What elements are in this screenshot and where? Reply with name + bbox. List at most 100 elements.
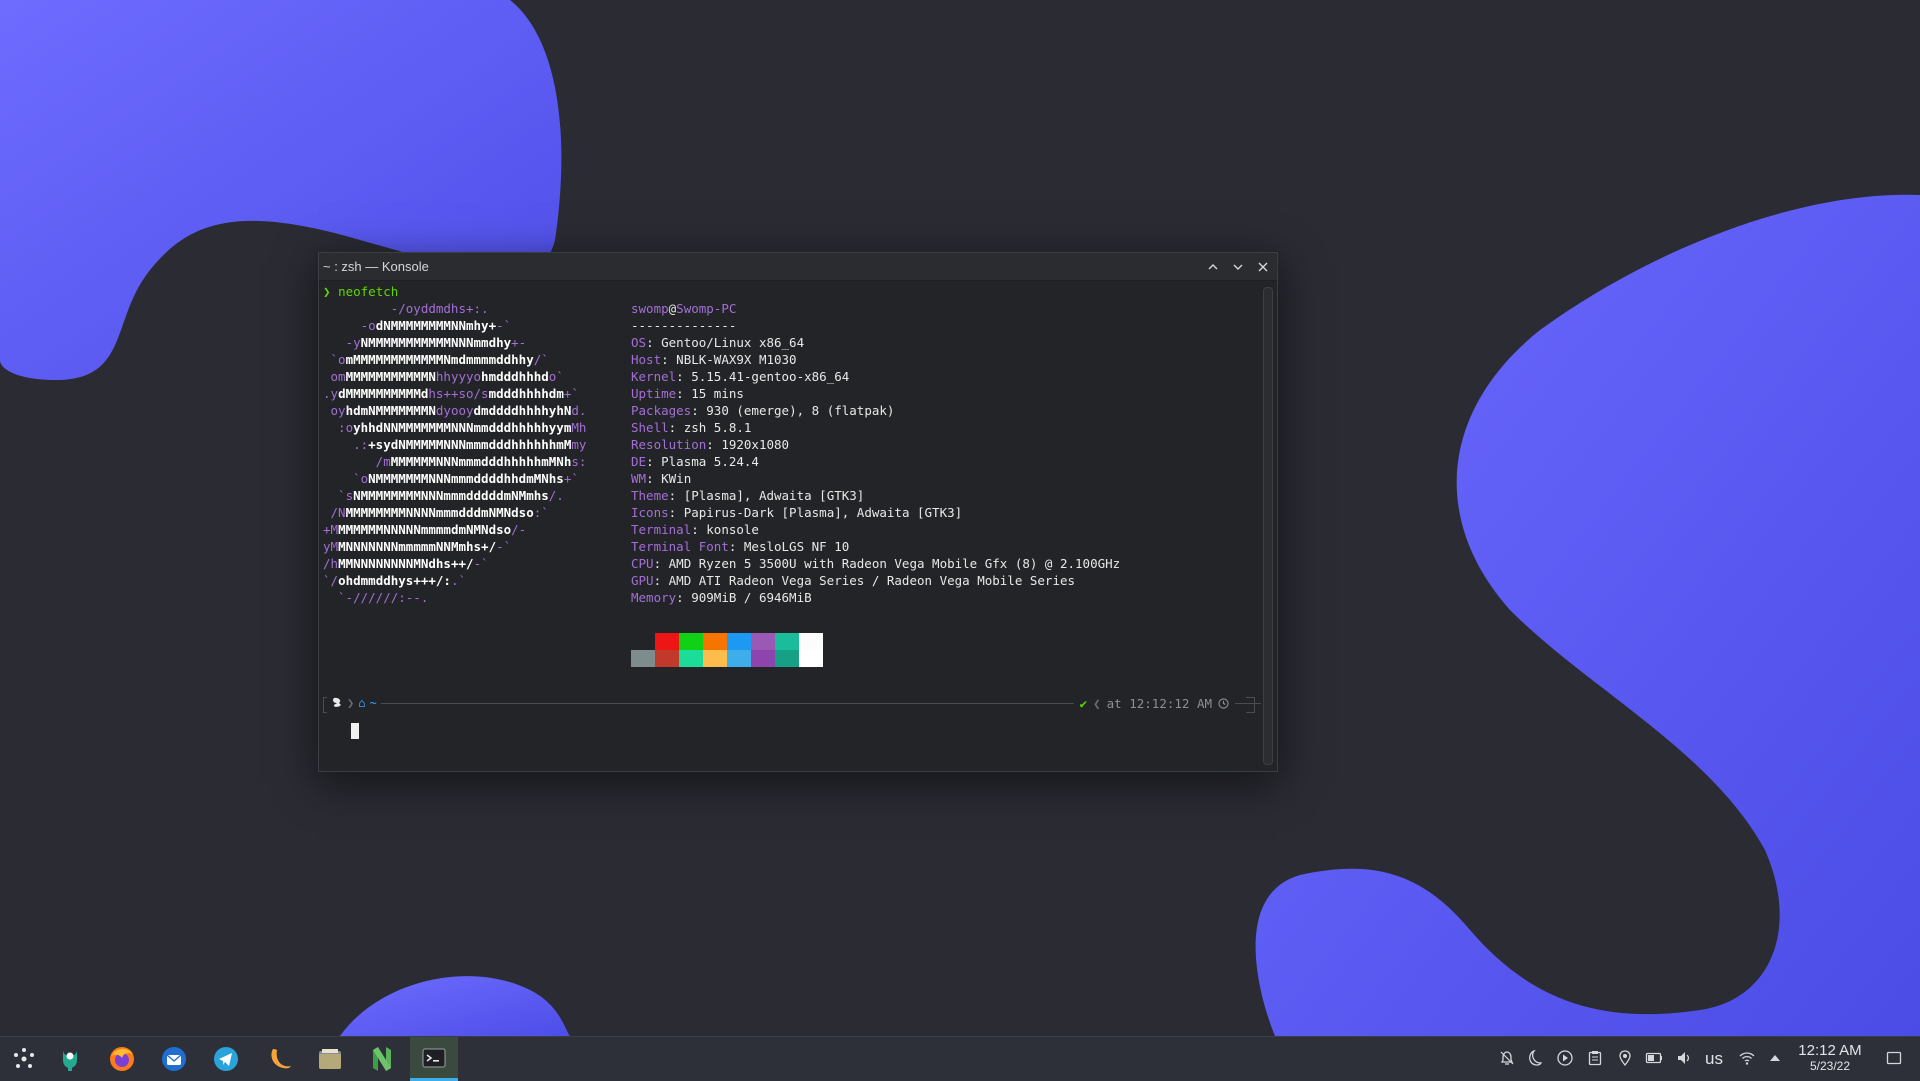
info-line: Terminal: konsole [631,522,759,537]
tray-media-player[interactable] [1554,1047,1576,1069]
prompt-char: ❯ [323,284,331,299]
tray-keyboard-layout[interactable]: us [1705,1049,1723,1069]
ascii-art-line: `sNMMMMMMMMNNNmmmdddddmNMmhs/. [323,488,564,503]
neovim-icon [373,1047,391,1071]
color-swatch [775,650,799,667]
info-line: Theme: [Plasma], Adwaita [GTK3] [631,488,865,503]
taskbar-app-files[interactable] [306,1037,354,1081]
typed-command: neofetch [338,284,399,299]
tray-night-color[interactable] [1525,1047,1547,1069]
command-line: ❯ neofetch [323,283,398,300]
play-circle-icon [1557,1050,1573,1066]
username: swomp [631,301,669,316]
color-swatch [703,633,727,650]
color-swatch [751,633,775,650]
taskbar-app-night-light[interactable] [254,1037,302,1081]
ascii-art-line: -/oyddmdhs+:. [323,301,489,316]
ascii-art-line: -yNMMMMMMMMMMMNNNmmdhy+- [323,335,527,350]
speaker-icon [1678,1052,1690,1064]
home-icon: ⌂ [358,696,366,710]
info-line: GPU: AMD ATI Radeon Vega Series / Radeon… [631,573,1076,588]
bell-off-icon [1500,1051,1514,1065]
tray-battery[interactable] [1643,1047,1665,1069]
ascii-art-line: oyhdmNMMMMMMMNdyooydmddddhhhhyhNd. [323,403,587,418]
terminal-scrollbar[interactable] [1263,287,1273,765]
color-swatch [679,650,703,667]
ascii-art-line: `/ohdmmddhys+++/:.` [323,573,467,588]
color-palette [631,633,823,667]
crescent-icon [271,1049,291,1069]
show-desktop-icon [1886,1051,1902,1065]
ascii-art-line: /hMMNNNNNNNNMNdhs++/-` [323,556,489,571]
palette-row-top [631,633,823,650]
clock-date: 5/23/22 [1809,1059,1851,1073]
ascii-art-line: .ydMMMMMMMMMMdhs++so/smdddhhhhdm+` [323,386,579,401]
taskbar-app-thunderbird[interactable] [150,1037,198,1081]
chevron-down-icon [1233,264,1242,270]
ascii-art-line: omMMMMMMMMMMMNhhyyyohmdddhhhdo` [323,369,564,384]
terminal-icon [422,1048,446,1067]
color-swatch [799,633,823,650]
application-launcher[interactable] [0,1037,48,1081]
ascii-art-line: `omMMMMMMMMMMMMNmdmmmmddhhy/` [323,352,549,367]
info-line: Uptime: 15 mins [631,386,744,401]
tray-volume[interactable] [1673,1047,1695,1069]
ascii-art-line: `-//////:--. [323,590,429,605]
gentoo-os-icon [333,697,341,707]
tray-notifications[interactable] [1496,1047,1518,1069]
moon-icon [1529,1049,1543,1066]
ascii-art-line: +MMMMMMMNNNNNmmmmdmNMNdso/- [323,522,527,537]
info-line: WM: KWin [631,471,692,486]
window-titlebar[interactable]: ~ : zsh — Konsole [319,253,1277,281]
info-line: DE: Plasma 5.24.4 [631,454,759,469]
taskbar-app-portage[interactable] [46,1037,94,1081]
clipboard-icon [1588,1051,1602,1066]
wifi-icon [1739,1052,1755,1065]
info-line: Icons: Papirus-Dark [Plasma], Adwaita [G… [631,505,963,520]
ascii-art-line: `oNMMMMMMMNNNmmmddddhhdmMNhs+` [323,471,579,486]
digital-clock[interactable]: 12:12 AM 5/23/22 [1790,1042,1870,1074]
color-swatch [751,650,775,667]
ascii-art-line: /mMMMMMMNNNmmmdddhhhhhmMNhs: [323,454,587,469]
info-line: Memory: 909MiB / 6946MiB [631,590,812,605]
prompt-time: at 12:12:12 AM [1106,695,1212,711]
info-line: Packages: 930 (emerge), 8 (flatpak) [631,403,895,418]
color-swatch [655,633,679,650]
tray-expand[interactable] [1764,1047,1786,1069]
tray-network[interactable] [1736,1047,1758,1069]
show-desktop-button[interactable] [1883,1047,1905,1069]
color-swatch [703,650,727,667]
color-swatch [775,633,799,650]
konsole-window[interactable]: ~ : zsh — Konsole ❯ neofetch -/oyddmdhs+… [318,252,1278,772]
ascii-art-line: -odNMMMMMMMMNNmhy+-` [323,318,512,333]
chevron-right-icon: ❯ [347,696,355,710]
close-button[interactable] [1252,256,1273,277]
folder-icon [319,1049,341,1069]
kde-launcher-icon [14,1048,34,1068]
user-host: swomp@Swomp-PC [631,300,736,317]
minimize-button[interactable] [1202,256,1223,277]
color-swatch [655,650,679,667]
ascii-art-line: yMMNNNNNNNmmmmmNNMmhs+/-` [323,539,512,554]
ascii-art-line: /NMMMMMMMMNNNNmmmdddmNMNdso:` [323,505,549,520]
taskbar-app-telegram[interactable] [202,1037,250,1081]
maximize-button[interactable] [1227,256,1248,277]
tray-clipboard[interactable] [1584,1047,1606,1069]
clock-icon [1218,697,1229,709]
info-line: Kernel: 5.15.41-gentoo-x86_64 [631,369,850,384]
taskbar-app-firefox[interactable] [98,1037,146,1081]
hostname: Swomp-PC [676,301,737,316]
info-line: Shell: zsh 5.8.1 [631,420,752,435]
terminal-area[interactable]: ❯ neofetch -/oyddmdhs+:. -odNMMMMMMMMNNm… [323,283,1261,767]
info-line: Host: NBLK-WAX9X M1030 [631,352,797,367]
taskbar-app-neovim[interactable] [358,1037,406,1081]
terminal-cursor [351,723,359,739]
status-ok-icon: ✔ [1079,695,1088,711]
mail-icon [162,1047,186,1071]
color-swatch [799,650,823,667]
color-swatch [727,650,751,667]
info-line: OS: Gentoo/Linux x86_64 [631,335,805,350]
tray-location[interactable] [1614,1047,1636,1069]
taskbar-app-konsole[interactable] [410,1037,458,1081]
location-pin-icon [1619,1050,1631,1067]
